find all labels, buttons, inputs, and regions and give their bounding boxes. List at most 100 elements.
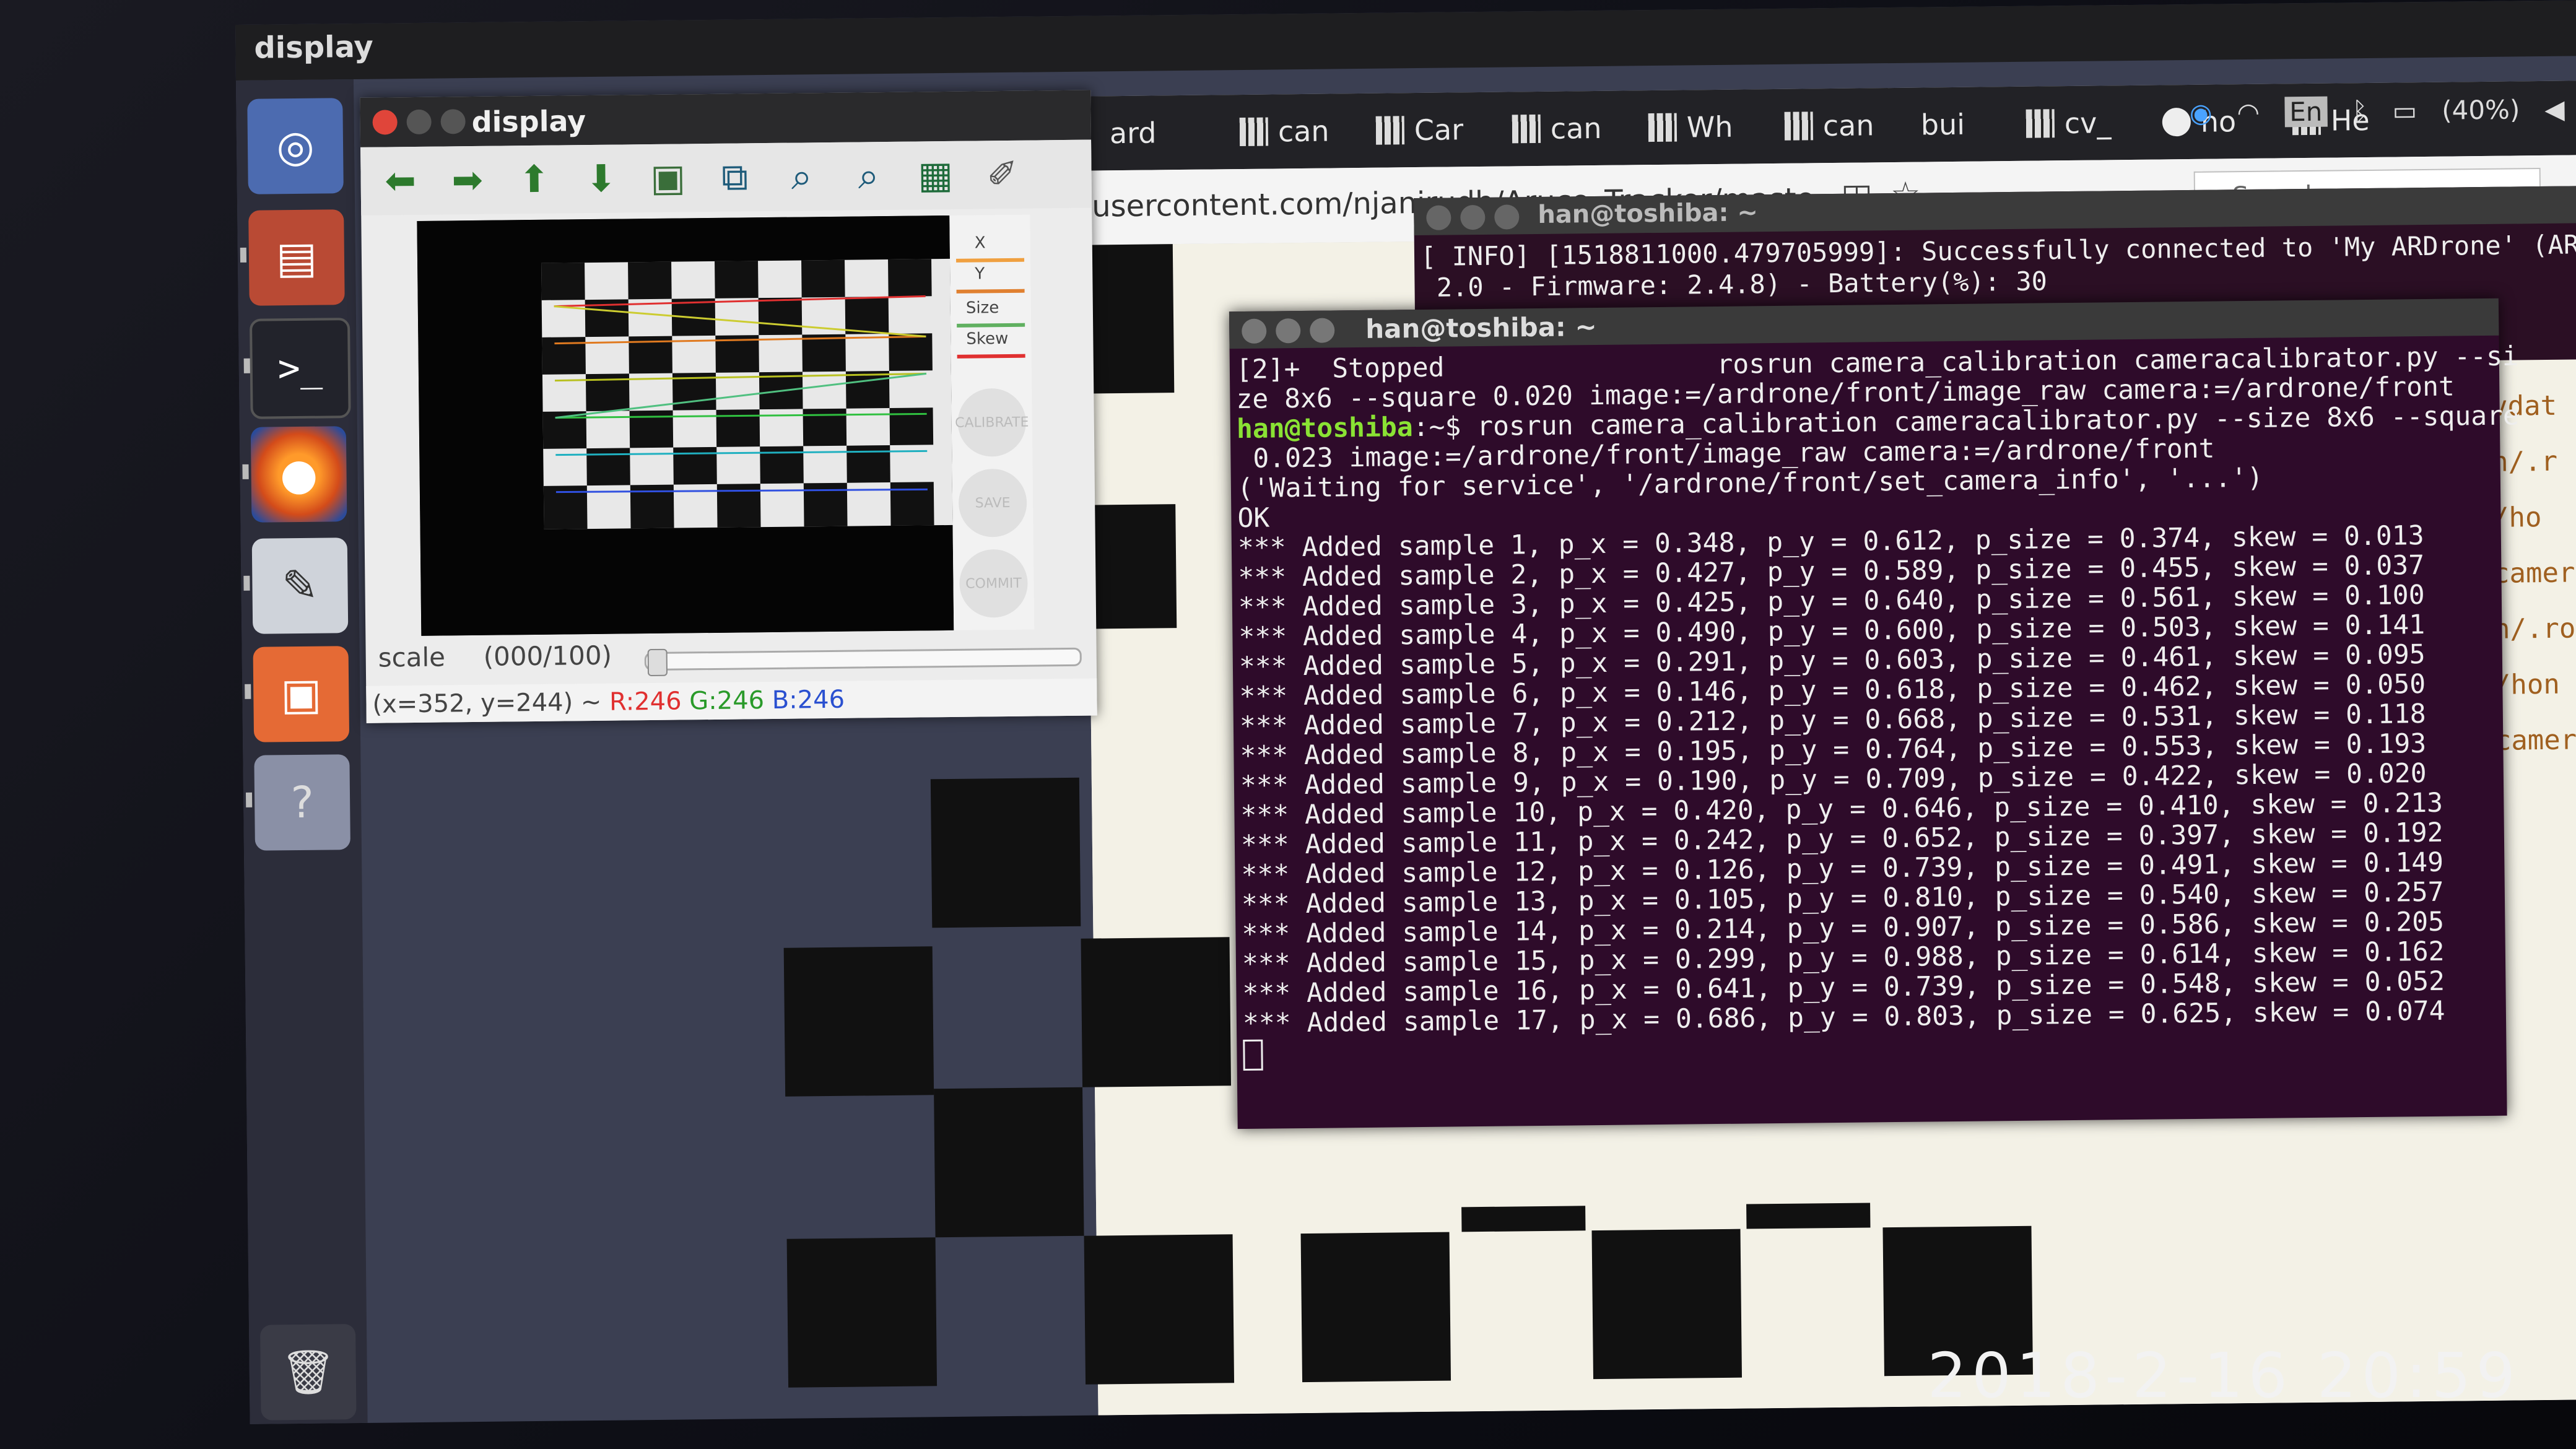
minimize-icon[interactable] (1276, 318, 1301, 344)
help-glyph: ? (290, 777, 315, 829)
arrow-down-icon[interactable]: ⬇ (580, 157, 622, 201)
red-value: R:246 (609, 687, 682, 716)
monitor-screen: display ard can Car can Wh can bui cv_ h… (235, 0, 2576, 1424)
grid-icon (1239, 117, 1269, 147)
checker-square (1089, 504, 1177, 629)
running-indicator (243, 358, 250, 373)
terminal-glyph: >_ (277, 346, 323, 391)
update-icon[interactable]: ◉ (2190, 97, 2213, 128)
battery-icon[interactable]: ▭ (2392, 95, 2417, 126)
zoom-out-icon[interactable]: ⌕ (847, 154, 890, 198)
active-window-title: display (254, 29, 374, 66)
keyboard-layout-indicator[interactable]: En (2284, 96, 2328, 127)
files-icon[interactable]: ▤ (240, 209, 345, 306)
browser-tab[interactable]: cv_ (2026, 98, 2112, 148)
scale-slider[interactable] (644, 647, 1082, 677)
image-icon[interactable]: ▣ (646, 156, 689, 200)
green-value: G:246 (689, 686, 765, 716)
terminal-line: [ INFO] [1518811000.479705999]: Successf… (1420, 229, 2576, 272)
browser-tab[interactable]: Car (1375, 105, 1463, 155)
checker-square (1591, 1229, 1743, 1380)
tab-label: can (1822, 108, 1874, 143)
minimize-icon[interactable] (406, 109, 432, 135)
arrow-up-icon[interactable]: ⬆ (513, 158, 555, 202)
scale-label: scale (378, 642, 446, 673)
camera-image[interactable] (417, 215, 954, 636)
photo-timestamp: 2018-2-16 20:59 (1927, 1339, 2520, 1412)
running-indicator (243, 575, 250, 591)
trash-glyph: 🗑 (280, 1346, 336, 1398)
arrow-left-icon[interactable]: ⬅ (379, 159, 422, 203)
terminal-line: OK (1237, 502, 1270, 534)
tab-label: Car (1414, 113, 1464, 147)
photo-frame: display ard can Car can Wh can bui cv_ h… (0, 0, 2576, 1449)
grid-icon (1375, 116, 1405, 145)
files-glyph: ▤ (276, 232, 318, 284)
display-toolbar: ⬅ ➡ ⬆ ⬇ ▣ ⧉ ⌕ ⌕ ▦ ✐ (360, 139, 1092, 215)
wifi-icon[interactable]: ◠ (2237, 97, 2260, 127)
terminal-output[interactable]: [2]+ Stopped rosrun camera_calibration c… (1236, 341, 2519, 1071)
checker-square (1084, 1234, 1235, 1385)
software-center-icon[interactable]: ▣ (245, 646, 350, 742)
skew-label: Skew (966, 329, 1009, 349)
skew-progress-bar (957, 354, 1025, 359)
browser-tab[interactable]: can (1239, 107, 1329, 157)
terminal-cursor (1243, 1039, 1263, 1071)
calibrate-button[interactable]: CALIBRATE (955, 388, 1029, 457)
pixel-status-bar: (x=352, y=244) ~ R:246 G:246 B:246 (366, 678, 1097, 723)
terminal-window: han@toshiba: ~ [2]+ Stopped rosrun camer… (1229, 298, 2519, 1129)
terminal-output: [ INFO] [1518811000.479705999]: Successf… (1421, 229, 2576, 303)
checker-square (1081, 937, 1232, 1087)
size-label: Size (965, 298, 999, 318)
dash-icon[interactable]: ◎ (247, 98, 344, 194)
arrow-right-icon[interactable]: ➡ (446, 159, 489, 202)
commit-button[interactable]: COMMIT (959, 549, 1029, 618)
minimize-icon[interactable] (1460, 204, 1486, 230)
maximize-icon[interactable] (1494, 204, 1520, 230)
zoom-in-icon[interactable]: ⌕ (780, 155, 823, 198)
trash-icon[interactable]: 🗑 (259, 1324, 357, 1421)
bluetooth-icon[interactable]: ᛒ (2352, 95, 2368, 126)
software-center-glyph: ▣ (280, 668, 322, 720)
close-icon[interactable] (1242, 318, 1267, 344)
checker-square (786, 1237, 938, 1388)
close-icon[interactable] (372, 110, 398, 135)
terminal-icon[interactable]: >_ (243, 318, 351, 419)
zoom-fit-icon[interactable]: ⧉ (713, 155, 756, 199)
tab-label: cv_ (2064, 106, 2112, 141)
tab-label: ard (1109, 116, 1157, 150)
scale-slider-knob[interactable] (647, 648, 668, 677)
running-indicator (245, 684, 251, 699)
tab-label: bui (1920, 107, 1965, 142)
tab-label: can (1277, 114, 1329, 149)
maximize-icon[interactable] (440, 109, 466, 134)
browser-tab[interactable]: ard (1109, 108, 1157, 158)
browser-tab[interactable]: can (1512, 103, 1602, 154)
checker-square (1086, 244, 1175, 394)
firefox-icon[interactable]: ● (242, 426, 347, 523)
display-titlebar[interactable]: display (360, 90, 1092, 147)
brush-icon[interactable]: ✐ (981, 153, 1024, 197)
browser-tab[interactable]: bui (1920, 100, 1965, 150)
x-progress-bar (956, 258, 1025, 263)
tab-label: can (1550, 111, 1602, 146)
running-indicator (240, 247, 247, 263)
help-icon[interactable]: ? (245, 754, 350, 851)
save-icon[interactable]: ▦ (914, 154, 957, 198)
save-button[interactable]: SAVE (958, 468, 1027, 537)
volume-icon[interactable]: ◀ (2544, 94, 2565, 124)
size-progress-bar (957, 323, 1025, 328)
y-progress-bar (956, 289, 1025, 294)
grid-icon (1648, 113, 1677, 142)
browser-tab[interactable]: Wh (1648, 102, 1733, 152)
close-icon[interactable] (1426, 205, 1451, 230)
terminal-title: han@toshiba: ~ (1365, 311, 1597, 344)
display-window: display ⬅ ➡ ⬆ ⬇ ▣ ⧉ ⌕ ⌕ ▦ ✐ X Y Size Ske… (360, 90, 1097, 723)
running-indicator (242, 464, 249, 479)
terminal-line: 2.0 - Firmware: 2.4.8) - Battery(%): 30 (1421, 266, 2048, 303)
browser-tab[interactable]: can (1784, 100, 1874, 151)
text-editor-icon[interactable]: ✎ (243, 537, 349, 634)
maximize-icon[interactable] (1310, 318, 1335, 343)
checker-square (1300, 1232, 1451, 1383)
blue-value: B:246 (772, 685, 845, 715)
